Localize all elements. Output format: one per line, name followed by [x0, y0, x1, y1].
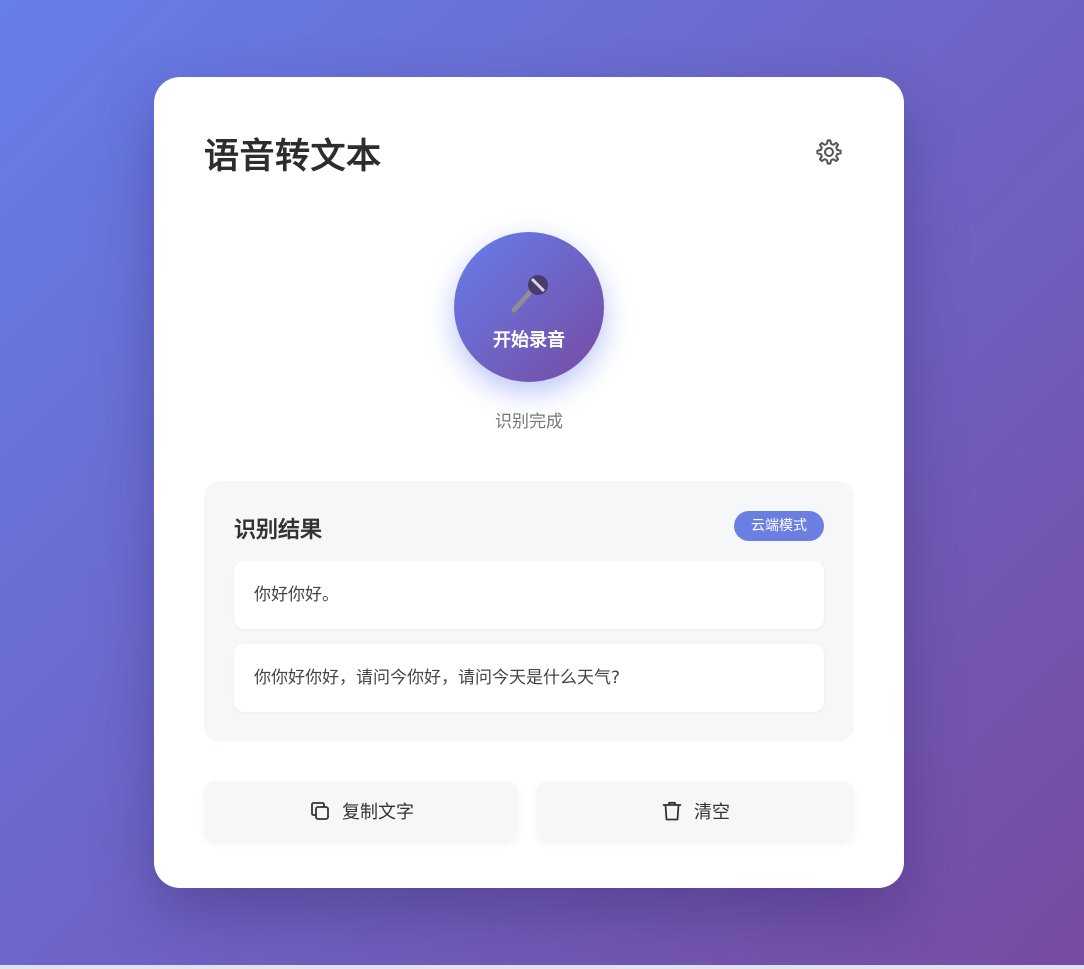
gear-icon — [816, 139, 842, 165]
trash-icon — [660, 799, 684, 823]
microphone-icon — [511, 275, 548, 313]
speech-to-text-card: 语音转文本 开始录音 识别完成 识别结果 云端模式 你好你好。 你你好你好，请问… — [154, 77, 904, 888]
copy-icon — [308, 799, 332, 823]
clear-label: 清空 — [694, 802, 730, 823]
start-recording-button[interactable]: 开始录音 — [454, 232, 604, 382]
result-item: 你好你好。 — [234, 561, 824, 629]
copy-text-label: 复制文字 — [342, 802, 414, 823]
recognition-status: 识别完成 — [495, 412, 563, 432]
copy-text-button[interactable]: 复制文字 — [204, 781, 518, 841]
page-title: 语音转文本 — [204, 137, 382, 177]
record-button-label: 开始录音 — [493, 330, 565, 351]
result-panel: 识别结果 云端模式 你好你好。 你你好你好，请问今你好，请问今天是什么天气? — [204, 481, 854, 742]
bottom-divider — [0, 965, 1084, 969]
clear-button[interactable]: 清空 — [536, 781, 854, 841]
result-item: 你你好你好，请问今你好，请问今天是什么天气? — [234, 644, 824, 712]
settings-button[interactable] — [810, 133, 848, 171]
mode-badge[interactable]: 云端模式 — [734, 511, 824, 541]
result-title: 识别结果 — [234, 518, 323, 543]
